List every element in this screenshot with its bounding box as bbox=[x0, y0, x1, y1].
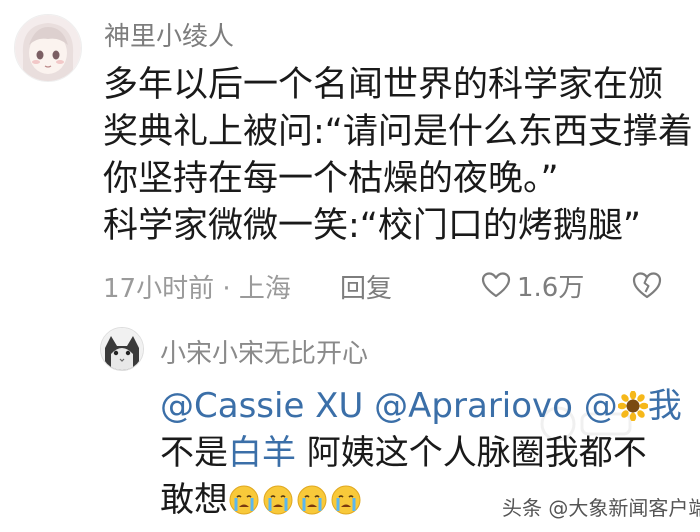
crying-emoji-icon bbox=[263, 485, 293, 515]
source-watermark: 头条 @大象新闻客户端 bbox=[502, 496, 700, 520]
reply-text-segment: 阿姨这个人脉圈我都不 bbox=[296, 433, 647, 473]
sunflower-emoji-icon bbox=[617, 391, 648, 421]
cat-avatar-icon bbox=[101, 328, 143, 370]
mention-link[interactable]: 白羊 bbox=[228, 433, 296, 473]
comment-thread: 神里小绫人 多年以后一个名闻世界的科学家在颁 奖典礼上被问:“请问是什么东西支撑… bbox=[0, 0, 700, 532]
comment-meta-row: 17小时前 · 上海 回复 1.6万 bbox=[103, 268, 683, 304]
comment-time-location: 17小时前 · 上海 bbox=[103, 274, 291, 304]
crying-emoji-icon bbox=[229, 485, 259, 515]
comment-line: 你坚持在每一个枯燥的夜晚。” bbox=[103, 159, 559, 199]
reply-button[interactable]: 回复 bbox=[340, 268, 392, 305]
heart-icon bbox=[481, 272, 511, 298]
reply-username[interactable]: 小宋小宋无比开心 bbox=[160, 333, 368, 370]
crying-emoji-icon bbox=[331, 485, 361, 515]
reply-line: @Cassie XU @Aprariovo @ 我 bbox=[160, 383, 682, 430]
comment-line: 多年以后一个名闻世界的科学家在颁 bbox=[103, 65, 664, 105]
crying-emoji-icon bbox=[297, 485, 327, 515]
like-count: 1.6万 bbox=[517, 272, 585, 303]
reply-text-segment: 我 bbox=[647, 386, 682, 426]
reply-line: 不是白羊 阿姨这个人脉圈我都不 bbox=[160, 430, 680, 477]
like-button[interactable]: 1.6万 bbox=[481, 268, 585, 303]
user-avatar[interactable] bbox=[14, 14, 82, 82]
reply-text-segment: 敢想 bbox=[160, 480, 228, 520]
reply-text-segment: 不是 bbox=[160, 433, 228, 473]
comment-username[interactable]: 神里小绫人 bbox=[104, 16, 234, 53]
broken-heart-icon bbox=[632, 272, 662, 299]
comment-line: 奖典礼上被问:“请问是什么东西支撑着 bbox=[103, 112, 693, 152]
reply-user-avatar[interactable] bbox=[100, 327, 144, 371]
dislike-button[interactable] bbox=[631, 270, 663, 302]
anime-girl-avatar-icon bbox=[15, 15, 81, 81]
comment-line: 科学家微微一笑:“校门口的烤鹅腿” bbox=[103, 206, 642, 246]
mention-link[interactable]: @Cassie XU @Aprariovo @ bbox=[160, 386, 618, 426]
comment-body: 多年以后一个名闻世界的科学家在颁 奖典礼上被问:“请问是什么东西支撑着 你坚持在… bbox=[103, 62, 693, 250]
